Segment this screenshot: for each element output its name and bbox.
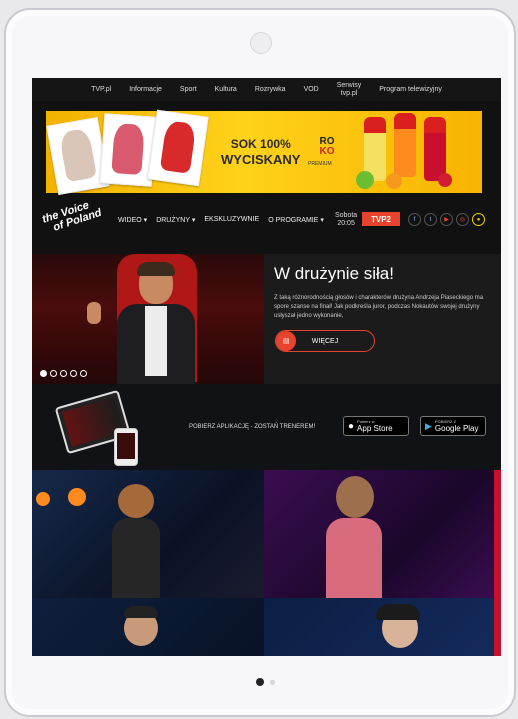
slide-dot-1[interactable] (40, 370, 47, 377)
hero-text: Z taką różnorodnością głosów i charakter… (274, 295, 484, 319)
ad-photo-3 (147, 109, 209, 187)
serwisy-line1: Serwisy (336, 81, 362, 89)
instagram-icon[interactable]: ◎ (456, 213, 469, 226)
menu-wideo[interactable]: WIDEO ▾ (118, 216, 147, 224)
ad-brand-ko: KO (319, 146, 335, 157)
advertisement-banner[interactable]: SOK 100% WYCISKANY RO KO PREMIUM (46, 109, 482, 195)
ad-slogan-line2: WYCISKANY (221, 152, 301, 167)
broadcast-time: Sobota 20:05 (335, 212, 357, 228)
snapchat-icon[interactable]: ● (472, 213, 485, 226)
hero-title[interactable]: W drużynie siła! (274, 264, 394, 284)
menu-o-programie[interactable]: O PROGRAMIE ▾ (268, 216, 324, 224)
ad-photo-1 (46, 117, 110, 195)
slide-dot-4[interactable] (70, 370, 77, 377)
menu-ekskluzywnie[interactable]: EKSKLUZYWNIE (204, 216, 259, 224)
main-menu: WIDEO ▾ DRUŻYNY ▾ EKSKLUZYWNIE O PROGRAM… (118, 216, 324, 224)
broadcast-day: Sobota (335, 212, 358, 219)
app-promo-text: POBIERZ APLIKACJĘ - ZOSTAŃ TRENEREM! (189, 424, 316, 430)
app-promo: POBIERZ APLIKACJĘ - ZOSTAŃ TRENEREM! ● P… (32, 384, 501, 470)
topnav-item-serwisy[interactable]: Serwisy tvp.pl (337, 82, 362, 98)
ad-brand-logo: RO KO (316, 137, 338, 157)
ad-bottle-2 (394, 113, 416, 177)
topnav-item-informacje[interactable]: Informacje (129, 86, 162, 93)
top-navigation: TVP.pl Informacje Sport Kultura Rozrywka… (32, 78, 501, 101)
ad-bottle-3 (424, 117, 446, 181)
slide-dot-5[interactable] (80, 370, 87, 377)
page-dot-2[interactable] (270, 679, 275, 685)
webpage-screen: TVP.pl Informacje Sport Kultura Rozrywka… (32, 78, 501, 656)
slide-dot-3[interactable] (60, 370, 67, 377)
youtube-icon[interactable]: ▶ (440, 213, 453, 226)
facebook-icon[interactable]: f (408, 213, 421, 226)
google-play-big: Google Play (434, 423, 479, 433)
home-button[interactable] (250, 32, 272, 54)
google-play-button[interactable]: ▶ POBIERZ Z Google Play (420, 416, 486, 436)
ad-slogan-line1: SOK 100% (230, 137, 291, 151)
tvp2-logo[interactable]: TVP2 (362, 212, 400, 226)
apple-icon: ● (348, 420, 355, 432)
app-store-big: App Store (357, 423, 393, 433)
broadcast-hour: 20:05 (337, 220, 355, 227)
topnav-item-program[interactable]: Program telewizyjny (379, 86, 442, 93)
phone-app-image (114, 428, 138, 466)
ad-brand-sub: PREMIUM (308, 161, 332, 167)
voice-of-poland-logo[interactable]: the Voice of Poland (41, 194, 115, 244)
article-icon: ▤ (276, 331, 296, 351)
video-tile-1[interactable] (32, 470, 264, 598)
menu-druzyny[interactable]: DRUŻYNY ▾ (156, 216, 195, 224)
video-tile-2[interactable] (264, 470, 501, 598)
topnav-item-tvp[interactable]: TVP.pl (91, 86, 111, 93)
topnav-item-sport[interactable]: Sport (180, 86, 197, 93)
video-tile-4[interactable] (264, 598, 501, 656)
hero-image (32, 254, 264, 386)
app-store-button[interactable]: ● Pobierz w App Store (343, 416, 409, 436)
ad-fruit-apple (356, 171, 374, 189)
more-button[interactable]: ▤ WIĘCEJ (275, 330, 375, 352)
more-button-label: WIĘCEJ (311, 337, 339, 345)
slide-dot-2[interactable] (50, 370, 57, 377)
hero-slider: W drużynie siła! Z taką różnorodnością g… (32, 254, 501, 386)
hero-person (87, 262, 195, 386)
topnav-item-rozrywka[interactable]: Rozrywka (255, 86, 286, 93)
page-dot-1[interactable] (256, 678, 264, 686)
ad-slogan: SOK 100% WYCISKANY (221, 137, 300, 167)
google-play-icon: ▶ (425, 420, 432, 431)
ad-fruit-orange (386, 173, 402, 189)
main-navigation: the Voice of Poland WIDEO ▾ DRUŻYNY ▾ EK… (32, 199, 501, 236)
video-tile-3[interactable] (32, 598, 264, 656)
ad-fruit-red (438, 173, 452, 187)
twitter-icon[interactable]: t (424, 213, 437, 226)
topnav-item-vod[interactable]: VOD (304, 86, 319, 93)
topnav-item-kultura[interactable]: Kultura (215, 86, 237, 93)
serwisy-line2: tvp.pl (340, 89, 358, 97)
slider-pager (40, 370, 87, 377)
page-indicator (256, 678, 275, 686)
